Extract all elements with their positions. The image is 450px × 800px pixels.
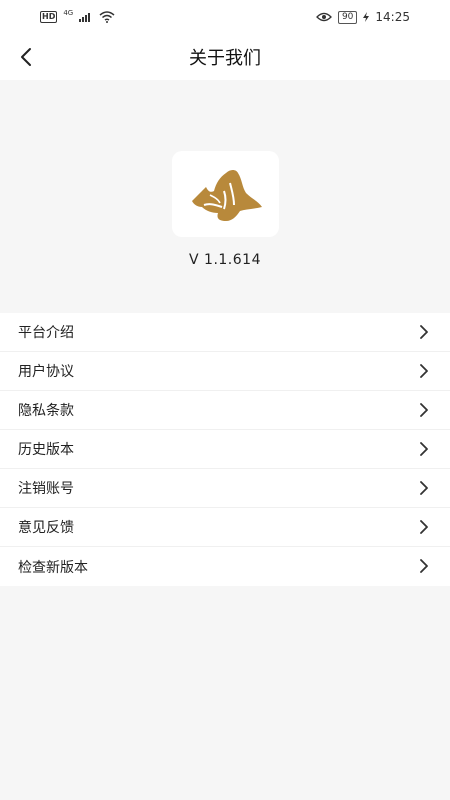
hd-badge: HD (40, 11, 58, 23)
chevron-right-icon (420, 325, 428, 339)
menu-item-label: 平台介绍 (18, 325, 74, 341)
status-right: 90 14:25 (316, 10, 410, 24)
chevron-right-icon (420, 481, 428, 495)
back-button[interactable] (12, 43, 40, 71)
wifi-icon (99, 11, 115, 23)
page-title: 关于我们 (189, 48, 261, 69)
mountain-logo-icon (191, 170, 262, 221)
app-version: V 1.1.614 (189, 252, 261, 268)
charging-icon (363, 12, 370, 22)
menu-item-version-history[interactable]: 历史版本 (0, 430, 450, 469)
app-logo-card (172, 151, 279, 237)
menu-item-label: 意见反馈 (18, 520, 74, 536)
menu-item-check-update[interactable]: 检查新版本 (0, 547, 450, 586)
menu-item-platform-intro[interactable]: 平台介绍 (0, 313, 450, 352)
menu-item-label: 用户协议 (18, 364, 74, 380)
menu-item-label: 历史版本 (18, 442, 74, 458)
status-time: 14:25 (375, 10, 410, 24)
nav-header: 关于我们 (0, 34, 450, 80)
menu-item-label: 注销账号 (18, 481, 74, 497)
settings-menu: 平台介绍 用户协议 隐私条款 历史版本 注销账号 意见反馈 检查新版本 (0, 313, 450, 586)
menu-item-label: 隐私条款 (18, 403, 74, 419)
signal-icon (79, 13, 91, 22)
status-left: HD 4G (40, 9, 115, 23)
chevron-right-icon (420, 364, 428, 378)
status-bar: HD 4G 90 14:25 (0, 0, 450, 34)
chevron-right-icon (420, 403, 428, 417)
network-type: 4G (63, 9, 74, 17)
battery-icon: 90 (337, 10, 358, 24)
chevron-right-icon (420, 442, 428, 456)
chevron-right-icon (420, 559, 428, 573)
menu-item-feedback[interactable]: 意见反馈 (0, 508, 450, 547)
chevron-left-icon (21, 48, 31, 66)
menu-item-user-agreement[interactable]: 用户协议 (0, 352, 450, 391)
chevron-right-icon (420, 520, 428, 534)
eye-icon (316, 12, 332, 22)
menu-item-privacy-policy[interactable]: 隐私条款 (0, 391, 450, 430)
menu-item-label: 检查新版本 (18, 559, 88, 576)
menu-item-delete-account[interactable]: 注销账号 (0, 469, 450, 508)
